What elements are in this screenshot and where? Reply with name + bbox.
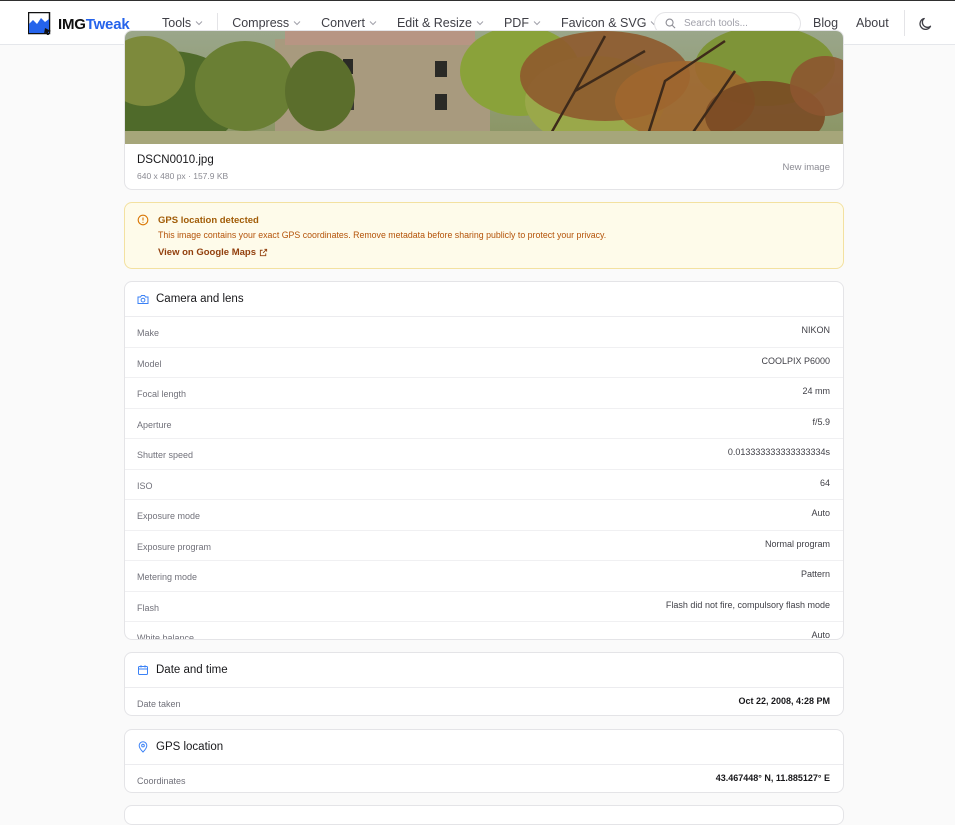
table-row: Make NIKON [125, 317, 843, 348]
image-filename: DSCN0010.jpg [137, 154, 214, 166]
row-value: Normal program [764, 538, 830, 549]
row-value: 24 mm [802, 386, 830, 396]
table-row: Model COOLPIX P6000 [125, 348, 843, 378]
moon-icon [919, 17, 932, 30]
table-row: Coordinates 43.467448° N, 11.885127° E [125, 765, 843, 792]
logo-text: IMGTweak [58, 15, 130, 33]
date-time-header: Date and time [125, 653, 843, 688]
row-label: ISO [137, 480, 153, 491]
row-value: Flash did not fire, compulsory flash mod… [665, 599, 830, 610]
google-maps-link-label: View on Google Maps [158, 247, 257, 258]
row-label: Flash [137, 602, 160, 613]
table-row: Shutter speed 0.013333333333333334s [125, 439, 843, 470]
external-link-icon [259, 248, 268, 257]
row-label: Shutter speed [137, 450, 194, 460]
row-value: f/5.9 [812, 416, 830, 427]
chevron-down-icon [195, 21, 203, 26]
image-dimensions-size: 640 x 480 px · 157.9 KB [137, 171, 229, 181]
logo[interactable]: IMGTweak [27, 11, 130, 36]
row-label: Exposure mode [137, 511, 201, 521]
image-preview [125, 31, 843, 144]
camera-lens-title: Camera and lens [156, 293, 244, 305]
table-row: Date taken Oct 22, 2008, 4:28 PM [125, 688, 843, 715]
table-row: Exposure program Normal program [125, 531, 843, 561]
date-time-card: Date and time Date taken Oct 22, 2008, 4:… [124, 652, 844, 716]
logo-icon [27, 11, 52, 36]
table-row: Flash Flash did not fire, compulsory flas… [125, 592, 843, 622]
search-input[interactable] [682, 17, 796, 30]
row-value: Oct 22, 2008, 4:28 PM [738, 696, 830, 706]
row-value: Auto [811, 508, 830, 518]
row-label: Coordinates [137, 776, 186, 786]
table-row: Focal length 24 mm [125, 378, 843, 409]
gps-warning-banner: GPS location detected This image contain… [124, 202, 844, 269]
row-label: White balance [137, 633, 195, 640]
chevron-down-icon [476, 21, 484, 26]
next-section-card [124, 805, 844, 825]
google-maps-link[interactable]: View on Google Maps [158, 247, 268, 258]
row-value: 43.467448° N, 11.885127° E [715, 773, 830, 783]
row-label: Model [137, 358, 162, 369]
row-label: Make [137, 328, 160, 338]
row-value: 64 [819, 477, 830, 488]
date-time-title: Date and time [156, 664, 228, 676]
calendar-icon [138, 665, 148, 675]
row-label: Metering mode [137, 572, 198, 582]
row-value: Auto [811, 630, 830, 640]
chevron-down-icon [533, 21, 541, 26]
header-divider [904, 10, 905, 36]
alert-circle-icon [137, 214, 149, 226]
row-label: Focal length [137, 389, 187, 399]
gps-warning-text: This image contains your exact GPS coord… [158, 230, 607, 240]
row-value: NIKON [801, 325, 830, 335]
gps-location-card: GPS location Coordinates 43.467448° N, 11… [124, 729, 844, 793]
table-row: ISO 64 [125, 470, 843, 500]
camera-icon [137, 294, 149, 304]
table-row: Aperture f/5.9 [125, 409, 843, 439]
image-card: DSCN0010.jpg 640 x 480 px · 157.9 KB New… [124, 30, 844, 190]
row-value: COOLPIX P6000 [761, 355, 830, 366]
table-row: Exposure mode Auto [125, 500, 843, 531]
chevron-down-icon [293, 21, 301, 26]
table-row: Metering mode Pattern [125, 561, 843, 592]
table-row: White balance Auto [125, 622, 843, 640]
new-image-button[interactable]: New image [782, 162, 830, 173]
row-value: 0.013333333333333334s [727, 447, 830, 457]
about-link[interactable]: About [856, 1, 889, 45]
theme-toggle-button[interactable] [917, 15, 935, 33]
camera-lens-header: Camera and lens [125, 282, 843, 317]
row-label: Date taken [137, 699, 181, 709]
search-icon [665, 18, 676, 29]
camera-lens-card: Camera and lens Make NIKON Model COOLPIX P… [124, 281, 844, 640]
gps-warning-title: GPS location detected [158, 215, 259, 226]
gps-location-title: GPS location [156, 741, 224, 753]
row-label: Exposure program [137, 541, 212, 552]
chevron-down-icon [369, 21, 377, 26]
gps-location-header: GPS location [125, 730, 843, 765]
row-label: Aperture [137, 419, 172, 430]
row-value: Pattern [800, 569, 830, 579]
map-pin-icon [138, 741, 148, 753]
